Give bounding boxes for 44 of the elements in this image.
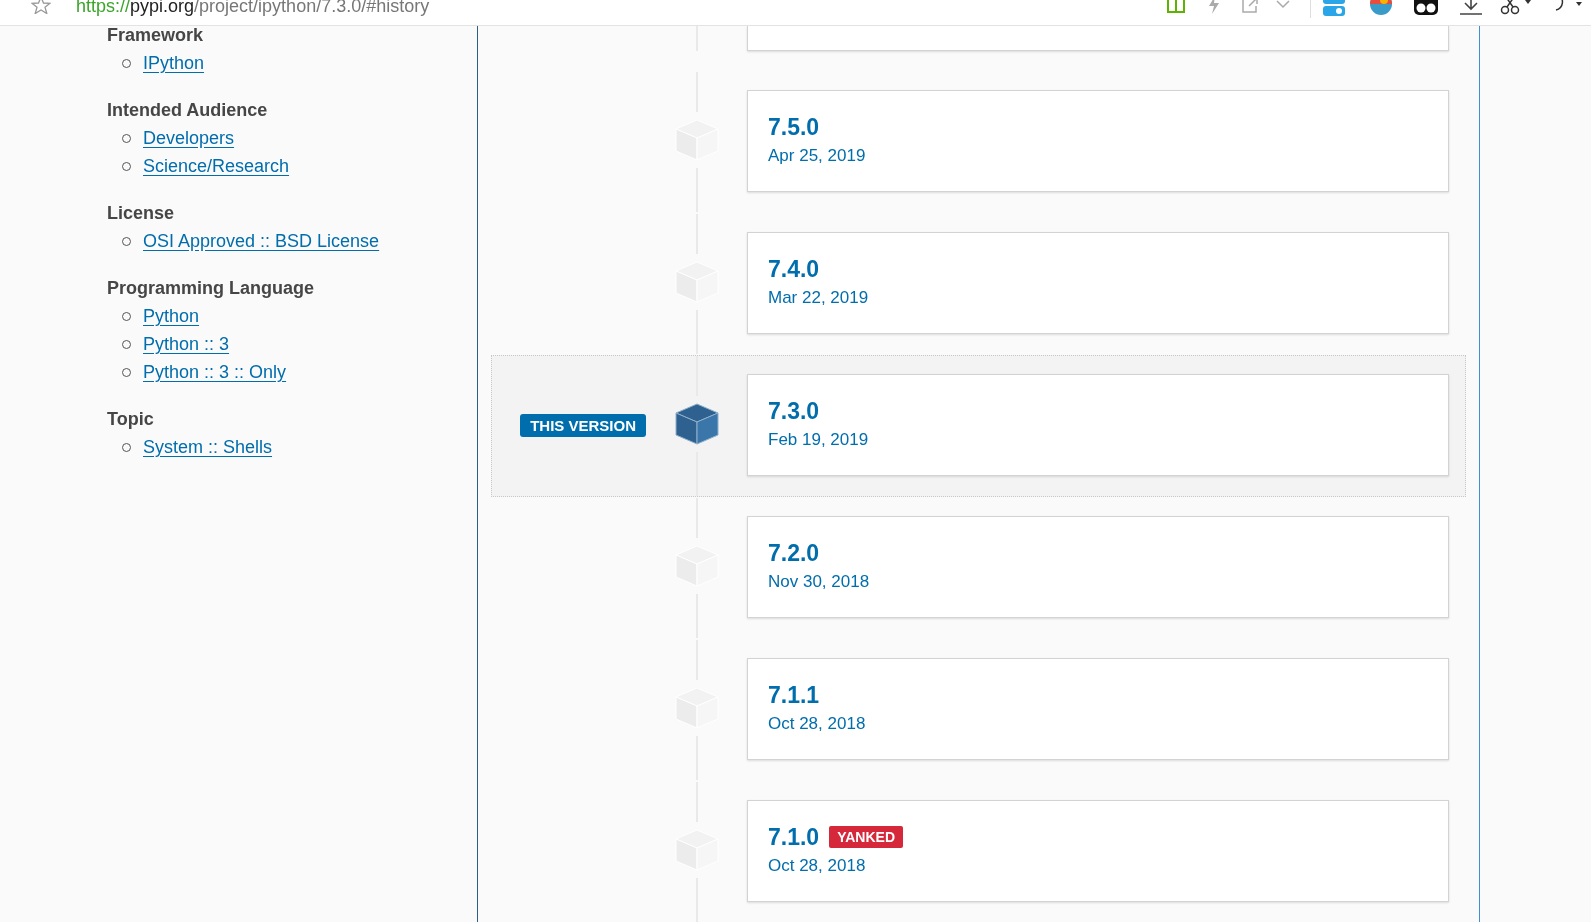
scissors-icon[interactable] (1500, 0, 1534, 16)
classifier-link[interactable]: OSI Approved :: BSD License (143, 227, 380, 255)
yanked-badge: YANKED (829, 826, 903, 848)
version-number: 7.1.0 (768, 823, 820, 851)
classifier-link[interactable]: Python (143, 302, 200, 330)
release-date: Nov 30, 2018 (768, 571, 871, 593)
section-heading: License (107, 202, 176, 225)
bookmark-star-icon[interactable] (31, 0, 51, 14)
section-heading: Programming Language (107, 277, 316, 300)
version-number: 7.4.0 (768, 255, 820, 283)
release-card[interactable]: 7.1.1 Oct 28, 2018 (747, 658, 1449, 760)
release-date: Oct 28, 2018 (768, 855, 867, 877)
release-date: Mar 22, 2019 (768, 287, 870, 309)
classifier-link[interactable]: Developers (143, 124, 235, 152)
toggle-icon[interactable] (1322, 0, 1346, 18)
glasses-icon[interactable] (1414, 0, 1438, 16)
book-icon[interactable] (1166, 0, 1186, 14)
chevron-down-icon[interactable] (1276, 0, 1290, 9)
version-number: 7.1.1 (768, 681, 820, 709)
classifier-link[interactable]: Science/Research (143, 152, 290, 180)
release-card[interactable]: 7.1.0 YANKED Oct 28, 2018 (747, 800, 1449, 902)
download-icon[interactable] (1459, 0, 1483, 16)
release-card[interactable]: 7.4.0 Mar 22, 2019 (747, 232, 1449, 334)
release-card[interactable]: 7.3.0 Feb 19, 2019 (747, 374, 1449, 476)
release-card[interactable] (747, 26, 1449, 51)
classifier-link[interactable]: Python :: 3 :: Only (143, 358, 287, 386)
release-card[interactable]: 7.2.0 Nov 30, 2018 (747, 516, 1449, 618)
release-date: Feb 19, 2019 (768, 429, 870, 451)
share-icon[interactable] (1241, 0, 1259, 14)
lightning-icon[interactable] (1207, 0, 1221, 14)
section-heading: Topic (107, 408, 155, 431)
section-heading: Framework (107, 26, 205, 47)
version-number: 7.2.0 (768, 539, 820, 567)
release-date: Apr 25, 2019 (768, 145, 867, 167)
cube-icon (675, 403, 719, 445)
version-number: 7.5.0 (768, 113, 820, 141)
section-heading: Intended Audience (107, 99, 269, 122)
classifier-link[interactable]: System :: Shells (143, 433, 273, 461)
release-card[interactable]: 7.5.0 Apr 25, 2019 (747, 90, 1449, 192)
version-number: 7.3.0 (768, 397, 820, 425)
classifier-link[interactable]: Python :: 3 (143, 330, 230, 358)
current-version-badge: THIS VERSION (520, 413, 646, 437)
release-date: Oct 28, 2018 (768, 713, 867, 735)
classifier-link[interactable]: IPython (143, 49, 205, 77)
